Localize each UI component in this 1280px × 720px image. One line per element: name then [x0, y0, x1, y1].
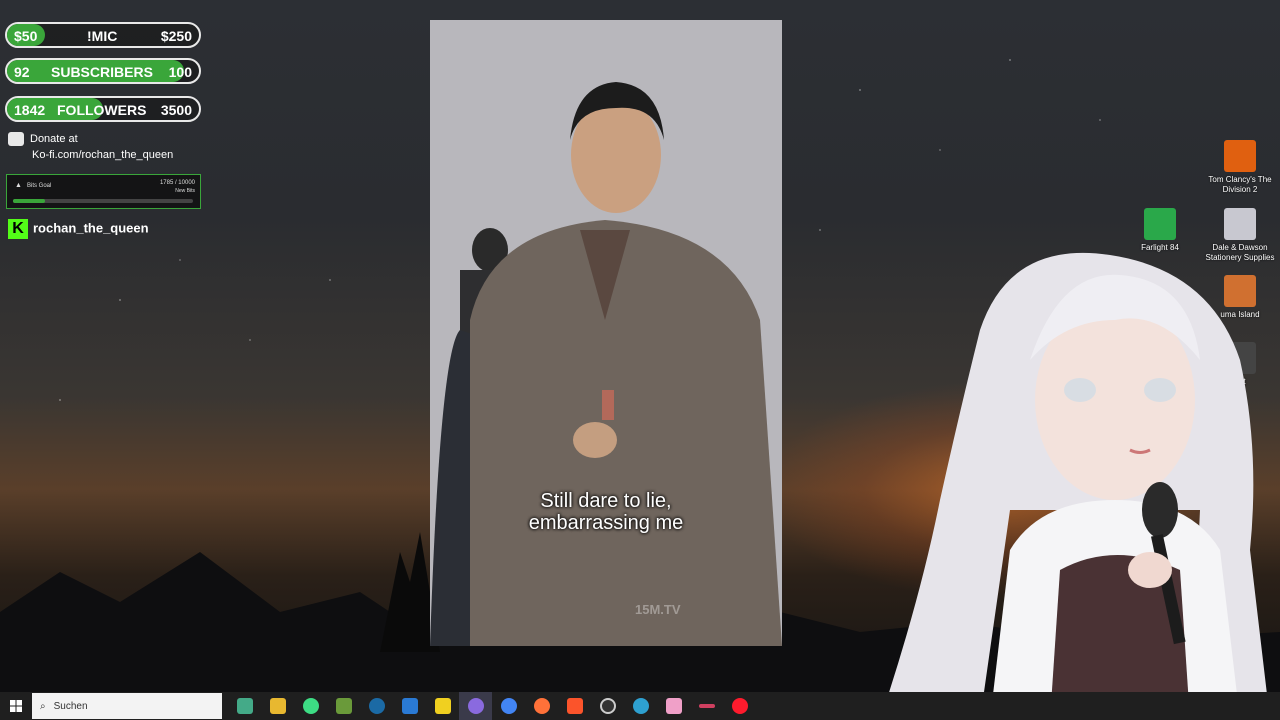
- taskbar-app-android[interactable]: [294, 692, 327, 720]
- pink-app-icon: [665, 698, 682, 714]
- kick-logo-icon: K: [8, 219, 28, 239]
- desktop-icon-label: Tom Clancy's The Division 2: [1208, 175, 1272, 194]
- followers-goal-label: FOLLOWERS: [57, 102, 147, 118]
- taskbar-app-g-hub[interactable]: [426, 692, 459, 720]
- taskbar-app-brave[interactable]: [558, 692, 591, 720]
- followers-goal-current: 1842: [14, 102, 46, 118]
- taskbar-app-minecraft[interactable]: [327, 692, 360, 720]
- start-button[interactable]: [0, 692, 32, 720]
- kofi-cup-icon: [8, 132, 24, 147]
- bits-goal-count: 1785 / 10000: [159, 180, 195, 186]
- taskbar-app-steam[interactable]: [360, 692, 393, 720]
- mic-goal-target: $250: [160, 28, 192, 44]
- kick-username-text: rochan_the_queen: [33, 220, 149, 236]
- mic-goal-current: $50: [14, 28, 38, 44]
- farlight-icon: [1144, 208, 1176, 240]
- bits-goal-fill: [13, 199, 46, 203]
- bits-goal-sub: New Bits: [175, 188, 195, 194]
- video-watermark: 15M.TV: [635, 602, 681, 617]
- kick-username: Krochan_the_queen: [8, 219, 149, 239]
- video-subtitle-line1: Still dare to lie,: [540, 490, 672, 512]
- desktop-icon-farlight-84[interactable]: Farlight 84: [1120, 208, 1200, 253]
- g-hub-icon: [434, 698, 451, 714]
- streamlabs-icon: [599, 698, 616, 714]
- bits-icon: ▲: [15, 182, 22, 189]
- steam-icon: [368, 698, 385, 714]
- division-icon: [1224, 140, 1256, 172]
- search-icon: ⌕: [40, 700, 46, 712]
- brave-icon: [566, 698, 583, 714]
- taskbar-app-bar[interactable]: [690, 692, 723, 720]
- app-window-icon: [401, 698, 418, 714]
- file-explorer-icon: [269, 698, 286, 714]
- firefox-icon: [533, 698, 550, 714]
- kofi-donate-panel: Donate at Ko-fi.com/rochan_the_queen: [8, 131, 173, 163]
- vtuber-avatar: [880, 252, 1270, 720]
- calculator-icon: [236, 698, 253, 714]
- opera-icon: [731, 698, 748, 714]
- printer-icon: [1224, 208, 1256, 240]
- mic-goal-widget: $50 !MIC $250: [5, 22, 201, 48]
- taskbar: ⌕ Suchen: [0, 692, 1280, 720]
- subscribers-goal-target: 100: [168, 64, 192, 80]
- bits-goal-widget: ▲ Bits Goal 1785 / 10000 New Bits: [6, 174, 201, 209]
- search-placeholder: Suchen: [53, 700, 88, 712]
- taskbar-app-calculator[interactable]: [228, 692, 261, 720]
- chrome-icon: [500, 698, 517, 714]
- subscribers-goal-widget: 92 SUBSCRIBERS 100: [5, 58, 201, 84]
- kofi-line1: Donate at: [30, 133, 78, 145]
- video-subtitle: Still dare to lie, embarrassing me: [430, 490, 782, 534]
- taskbar-app-chrome[interactable]: [492, 692, 525, 720]
- taskbar-search-box[interactable]: ⌕ Suchen: [32, 693, 222, 719]
- taskbar-app-file-explorer[interactable]: [261, 692, 294, 720]
- taskbar-app-firefox[interactable]: [525, 692, 558, 720]
- taskbar-app-obs[interactable]: [459, 692, 492, 720]
- kofi-line2: Ko-fi.com/rochan_the_queen: [32, 149, 174, 161]
- video-scene: [430, 20, 782, 646]
- subscribers-goal-current: 92: [14, 64, 30, 80]
- bits-goal-title: Bits Goal: [27, 183, 52, 189]
- subscribers-goal-label: SUBSCRIBERS: [51, 64, 153, 80]
- followers-goal-target: 3500: [160, 102, 192, 118]
- obs-icon: [467, 698, 484, 714]
- video-subtitle-line2: embarrassing me: [528, 512, 684, 534]
- taskbar-app-streamlabs[interactable]: [591, 692, 624, 720]
- swirl-app-icon: [632, 698, 649, 714]
- taskbar-app-opera[interactable]: [723, 692, 756, 720]
- minecraft-icon: [335, 698, 352, 714]
- bits-goal-track: [13, 199, 193, 203]
- android-icon: [302, 698, 319, 714]
- video-player[interactable]: Still dare to lie, embarrassing me 15M.T…: [430, 20, 782, 646]
- desktop-icon-division-2[interactable]: Tom Clancy's The Division 2: [1200, 140, 1280, 195]
- bar-app-icon: [698, 704, 715, 708]
- taskbar-app-pink[interactable]: [657, 692, 690, 720]
- mic-goal-label: !MIC: [87, 28, 118, 44]
- taskbar-app-window[interactable]: [393, 692, 426, 720]
- taskbar-app-swirl[interactable]: [624, 692, 657, 720]
- followers-goal-widget: 1842 FOLLOWERS 3500: [5, 96, 201, 122]
- windows-icon: [10, 700, 22, 712]
